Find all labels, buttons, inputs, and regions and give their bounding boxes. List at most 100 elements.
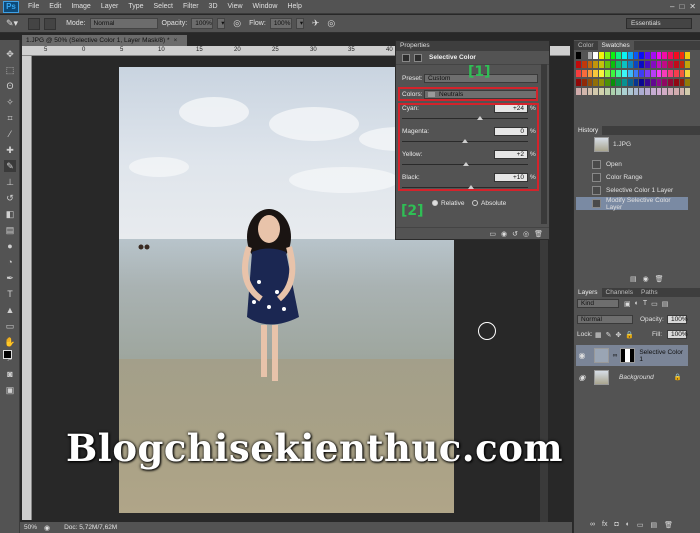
swatch[interactable] (593, 79, 598, 86)
brush-panel-icon[interactable] (44, 17, 57, 30)
lock-position-icon[interactable]: ✥ (616, 331, 622, 339)
flow-dropdown-icon[interactable]: ▾ (295, 18, 304, 29)
swatch[interactable] (581, 52, 587, 59)
filter-adjust-icon[interactable]: ◐ (635, 300, 639, 308)
pen-tool-icon[interactable]: ✒ (4, 272, 16, 284)
layer-opacity-field[interactable]: 100% (667, 315, 688, 324)
layer-filter-kind[interactable]: Kind (577, 299, 619, 308)
swatch[interactable] (668, 88, 673, 95)
blend-mode-select[interactable]: Normal (577, 315, 633, 324)
menu-help[interactable]: Help (282, 3, 306, 10)
close-document-icon[interactable]: × (174, 37, 178, 44)
maximize-button[interactable]: □ (679, 2, 684, 11)
swatch[interactable] (593, 88, 598, 95)
swatch[interactable] (576, 70, 581, 77)
filter-smart-icon[interactable]: ▤ (662, 300, 669, 308)
reset-icon[interactable]: ↺ (512, 230, 518, 238)
swatch[interactable] (673, 70, 679, 77)
swatch[interactable] (593, 61, 598, 68)
swatch[interactable] (616, 52, 621, 59)
swatch[interactable] (685, 61, 690, 68)
layer-row-selective-color[interactable]: ◉ ∞ Selective Color 1 (576, 345, 688, 366)
tab-layers[interactable]: Layers (574, 288, 602, 297)
swatch[interactable] (610, 52, 616, 59)
swatch[interactable] (610, 61, 616, 68)
menu-type[interactable]: Type (123, 3, 148, 10)
link-layers-icon[interactable]: ∞ (590, 521, 595, 529)
menu-window[interactable]: Window (248, 3, 283, 10)
swatch[interactable] (662, 70, 667, 77)
history-item-selected[interactable]: Modify Selective Color Layer (576, 197, 688, 211)
add-mask-icon[interactable]: ◘ (614, 521, 618, 529)
swatch[interactable] (616, 79, 621, 86)
history-item[interactable]: Color Range (576, 171, 688, 184)
swatch[interactable] (662, 79, 667, 86)
flow-field[interactable]: 100% (269, 18, 292, 29)
brush-size-icon[interactable] (28, 17, 41, 30)
lock-all-icon[interactable]: 🔒 (625, 331, 634, 339)
new-layer-icon[interactable]: ▤ (651, 521, 658, 529)
type-tool-icon[interactable]: T (4, 288, 16, 300)
swatch[interactable] (633, 79, 639, 86)
filter-pixel-icon[interactable]: ▣ (624, 300, 631, 308)
swatch[interactable] (645, 61, 650, 68)
eyedropper-tool-icon[interactable]: ⁄ (4, 128, 16, 140)
swatch[interactable] (576, 52, 581, 59)
swatch[interactable] (633, 61, 639, 68)
swatch[interactable] (627, 61, 633, 68)
new-adjustment-icon[interactable]: ◐ (626, 521, 630, 529)
tab-channels[interactable]: Channels (602, 288, 637, 297)
swatch[interactable] (622, 61, 627, 68)
menu-layer[interactable]: Layer (96, 3, 124, 10)
filter-shape-icon[interactable]: ▭ (651, 300, 658, 308)
swatch[interactable] (645, 88, 650, 95)
close-button[interactable]: ✕ (689, 2, 696, 11)
swatch[interactable] (673, 52, 679, 59)
history-item[interactable]: Open (576, 158, 688, 171)
swatch[interactable] (650, 52, 656, 59)
swatch[interactable] (593, 52, 598, 59)
swatch[interactable] (610, 88, 616, 95)
view-previous-icon[interactable]: ◉ (501, 230, 507, 238)
swatch[interactable] (581, 79, 587, 86)
tab-color[interactable]: Color (574, 41, 598, 50)
brush-tool-preset-icon[interactable]: ✎▾ (6, 18, 18, 29)
swatch[interactable] (576, 61, 581, 68)
workspace-switcher[interactable]: Essentials (626, 18, 692, 29)
swatch[interactable] (599, 88, 604, 95)
swatch[interactable] (627, 79, 633, 86)
layer-mask-thumbnail[interactable] (620, 348, 636, 363)
swatch[interactable] (576, 88, 581, 95)
swatch[interactable] (604, 61, 610, 68)
swatch[interactable] (599, 70, 604, 77)
document-tab[interactable]: 1.JPG @ 50% (Selective Color 1, Layer Ma… (22, 35, 187, 46)
gradient-tool-icon[interactable]: ▤ (4, 224, 16, 236)
tab-paths[interactable]: Paths (637, 288, 662, 297)
delete-adjustment-icon[interactable]: 🗑 (534, 230, 543, 238)
airbrush-icon[interactable]: ✈ (312, 18, 320, 29)
history-brush-tool-icon[interactable]: ↺ (4, 192, 16, 204)
snapshot-icon[interactable]: ◉ (643, 275, 649, 283)
swatch[interactable] (599, 79, 604, 86)
foreground-color-swatch[interactable] (3, 350, 12, 359)
history-item[interactable]: Selective Color 1 Layer (576, 184, 688, 197)
mode-select[interactable]: Normal (89, 18, 158, 29)
swatch[interactable] (587, 52, 593, 59)
swatch[interactable] (604, 52, 610, 59)
eraser-tool-icon[interactable]: ◧ (4, 208, 16, 220)
swatch[interactable] (668, 79, 673, 86)
swatch[interactable] (662, 52, 667, 59)
menu-3d[interactable]: 3D (204, 3, 223, 10)
swatch[interactable] (639, 70, 644, 77)
swatch[interactable] (639, 88, 644, 95)
swatch[interactable] (662, 88, 667, 95)
clip-to-layer-icon[interactable]: ▭ (489, 230, 496, 238)
swatch[interactable] (656, 88, 662, 95)
swatch[interactable] (645, 52, 650, 59)
swatch[interactable] (622, 79, 627, 86)
lock-image-icon[interactable]: ✎ (606, 331, 612, 339)
swatch[interactable] (668, 70, 673, 77)
swatch[interactable] (639, 61, 644, 68)
swatch[interactable] (610, 70, 616, 77)
swatch[interactable] (668, 52, 673, 59)
